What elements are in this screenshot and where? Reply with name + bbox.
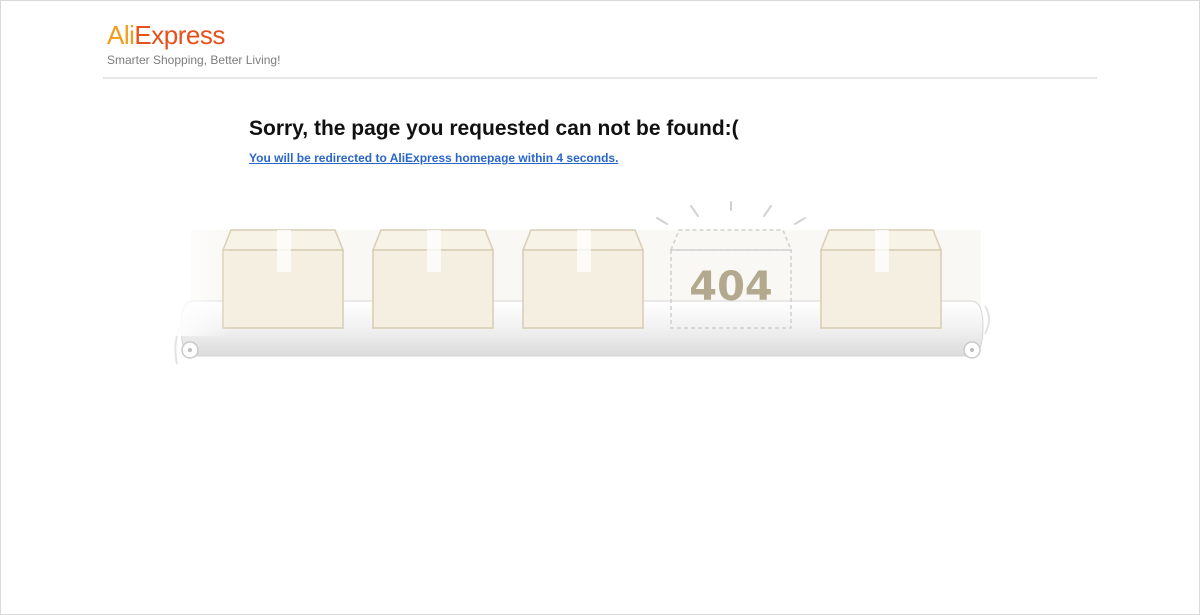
page-header: AliExpress Smarter Shopping, Better Livi… <box>103 13 1097 79</box>
package-box-icon <box>221 229 345 329</box>
alert-rays-icon <box>656 201 806 225</box>
error-code-404: 404 <box>689 264 773 310</box>
package-box-icon <box>521 229 645 329</box>
logo-express-text: Express <box>134 20 225 50</box>
conveyor-illustration: 404 <box>171 201 990 365</box>
package-box-icon <box>819 229 943 329</box>
fade-overlay <box>171 226 231 336</box>
aliexpress-logo[interactable]: AliExpress <box>107 18 225 52</box>
redirect-link[interactable]: You will be redirected to AliExpress hom… <box>249 151 618 165</box>
logo-ali-text: Ali <box>107 20 135 50</box>
package-box-icon <box>371 229 495 329</box>
tagline: Smarter Shopping, Better Living! <box>107 53 281 67</box>
page-frame: AliExpress Smarter Shopping, Better Livi… <box>0 0 1200 615</box>
error-title: Sorry, the page you requested can not be… <box>249 117 739 140</box>
